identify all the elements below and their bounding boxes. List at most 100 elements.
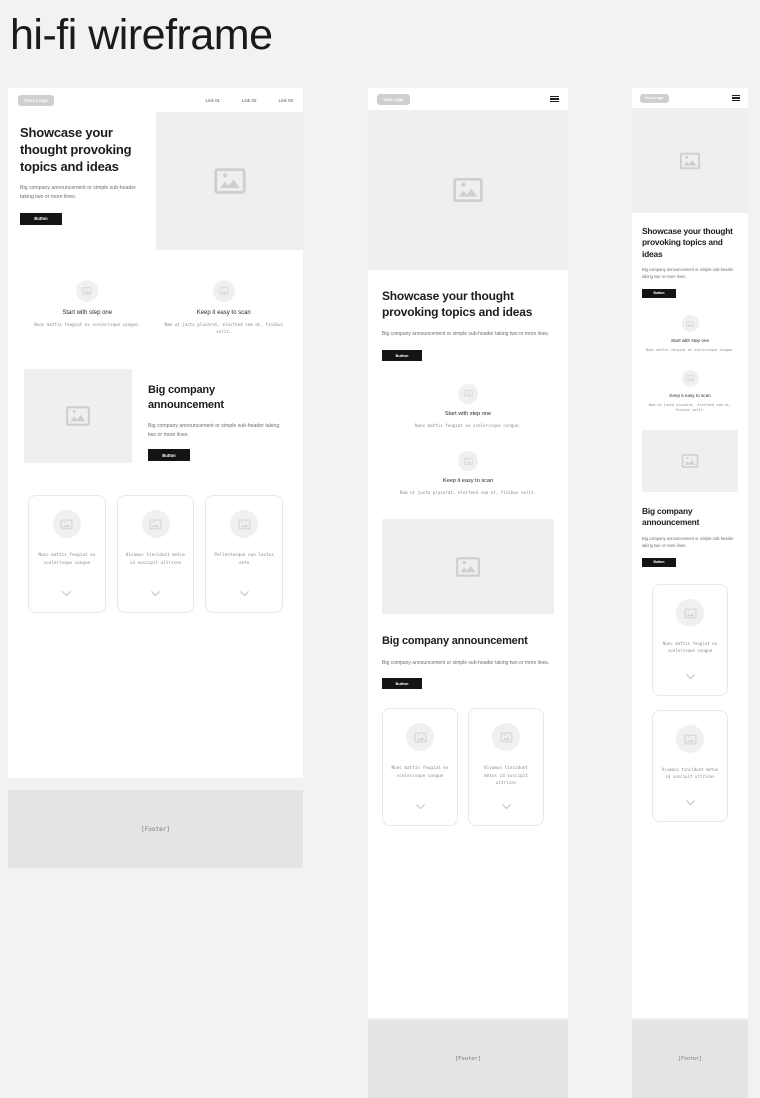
card-item[interactable]: Nunc mattis feugiat ex scelerisque congu… — [28, 495, 106, 614]
announcement-headline: Big company announcement — [642, 505, 700, 528]
card-item[interactable]: Vivamus tincidunt metus id suscipit ultr… — [468, 708, 544, 827]
feature-icon-circle — [212, 280, 235, 302]
tablet-footer: [Footer] — [368, 1020, 568, 1098]
feature-title: Start with step one — [670, 338, 710, 344]
card-text: Vivamus tincidunt metus id suscipit ultr… — [661, 767, 719, 780]
image-placeholder-icon — [463, 458, 473, 465]
nav-link-01[interactable]: Link 01 — [205, 98, 220, 103]
announcement-cta-button[interactable]: Button — [642, 557, 676, 567]
hero-cta-button[interactable]: Button — [382, 349, 422, 361]
card-expand-button[interactable] — [61, 584, 72, 602]
feature-body: Nunc mattis feugiat ex scelerisque congu… — [645, 348, 735, 353]
nav-link-03[interactable]: Link 03 — [278, 98, 293, 103]
card-text: Nunc mattis feugiat ex scelerisque congu… — [38, 553, 96, 566]
hamburger-icon[interactable] — [550, 95, 559, 103]
feature-icon-circle — [76, 280, 99, 302]
card-icon-circle — [492, 723, 520, 752]
card-item[interactable]: Nunc mattis feugiat ex scelerisque congu… — [382, 708, 458, 827]
image-placeholder-icon — [684, 734, 696, 744]
card-text: Vivamus tincidunt metus id suscipit ultr… — [125, 553, 186, 566]
feature-title: Keep it easy to scan — [196, 310, 251, 316]
announcement-subcopy: Big company announcement or simple sub-h… — [148, 423, 280, 438]
tablet-features-section: Start with step one Nunc mattis feugiat … — [368, 362, 568, 497]
mobile-features-section: Start with step one Nunc mattis feugiat … — [632, 299, 748, 414]
card-icon-circle — [230, 510, 259, 539]
tablet-mockup-frame: Your Logo Showcase your thought provokin… — [368, 88, 568, 1018]
feature-body: Nunc mattis feugiat ex scelerisque congu… — [415, 422, 521, 428]
image-placeholder-icon — [219, 287, 229, 295]
card-item[interactable]: Pellentesque non lectus ante — [205, 495, 284, 614]
image-placeholder-icon — [414, 732, 426, 743]
feature-item: Start with step one Nunc mattis feugiat … — [642, 315, 738, 354]
announcement-cta-button[interactable]: Button — [148, 449, 190, 462]
chevron-down-icon — [62, 591, 72, 597]
feature-item: Start with step one Nunc mattis feugiat … — [24, 280, 151, 335]
tablet-hero-image-placeholder — [368, 110, 568, 270]
desktop-footer: [Footer] — [8, 790, 303, 868]
hero-image-placeholder — [156, 112, 303, 250]
card-icon-circle — [52, 510, 81, 539]
chevron-down-icon — [685, 800, 695, 806]
image-placeholder-icon — [500, 732, 512, 743]
desktop-mockup-frame: Your Logo Link 01 Link 02 Link 03 Showca… — [8, 88, 303, 778]
announcement-cta-button[interactable]: Button — [382, 678, 422, 690]
feature-item: Keep it easy to scan Nam ut justo placer… — [161, 280, 288, 335]
card-text: Pellentesque non lectus ante — [214, 553, 274, 566]
card-icon-circle — [141, 510, 170, 539]
logo-badge[interactable]: Your Logo — [18, 94, 54, 106]
mobile-footer: [Footer] — [632, 1020, 748, 1098]
desktop-announcement-section: Big company announcement Big company ann… — [8, 335, 303, 464]
chevron-down-icon — [415, 804, 425, 810]
card-text: Vivamus tincidunt metus id suscipit ultr… — [484, 766, 528, 787]
hero-cta-button[interactable]: Button — [20, 212, 62, 225]
feature-item: Keep it easy to scan Nam ut justo placer… — [384, 451, 552, 497]
announcement-image-placeholder — [24, 369, 132, 464]
image-placeholder-icon — [686, 375, 694, 382]
hero-cta-button[interactable]: Button — [642, 288, 676, 298]
card-icon-circle — [676, 599, 704, 628]
image-placeholder-icon — [238, 519, 251, 530]
announcement-copy: Big company announcement Big company ann… — [148, 369, 287, 462]
card-item[interactable]: Vivamus tincidunt metus id suscipit ultr… — [652, 710, 728, 823]
card-expand-button[interactable] — [239, 584, 250, 602]
tablet-hero-copy: Showcase your thought provoking topics a… — [368, 288, 568, 362]
feature-body: Nunc mattis feugiat ex scelerisque congu… — [34, 322, 141, 327]
feature-item: Start with step one Nunc mattis feugiat … — [384, 383, 552, 430]
image-placeholder-icon — [82, 287, 92, 295]
card-expand-button[interactable] — [685, 793, 696, 811]
page-title: hi-fi wireframe — [10, 11, 273, 59]
feature-body: Nam ut justo placerat, eleifend sem at, … — [164, 322, 284, 334]
feature-body: Nam ut justo placerat, eleifend sem at, … — [648, 402, 732, 413]
hamburger-icon[interactable] — [732, 95, 740, 101]
logo-badge[interactable]: Your Logo — [640, 93, 669, 103]
image-placeholder-icon — [681, 454, 699, 468]
mobile-announcement-image-placeholder — [642, 429, 738, 492]
card-item[interactable]: Vivamus tincidunt metus id suscipit ultr… — [116, 495, 195, 614]
card-expand-button[interactable] — [685, 667, 696, 685]
feature-icon-circle — [681, 369, 699, 387]
card-expand-button[interactable] — [415, 797, 426, 815]
card-item[interactable]: Nunc mattis feugiat ex scelerisque congu… — [652, 584, 728, 697]
card-icon-circle — [676, 725, 704, 754]
announcement-headline: Big company announcement — [382, 635, 528, 648]
feature-body: Nam ut justo placerat, eleifend sem at, … — [399, 490, 537, 496]
card-expand-button[interactable] — [501, 797, 512, 815]
chevron-down-icon — [685, 674, 695, 680]
image-placeholder-icon — [684, 608, 696, 618]
image-placeholder-icon — [60, 519, 73, 530]
nav-link-02[interactable]: Link 02 — [242, 98, 257, 103]
image-placeholder-icon — [463, 390, 473, 398]
chevron-down-icon — [150, 591, 161, 597]
desktop-features-section: Start with step one Nunc mattis feugiat … — [8, 250, 303, 335]
feature-title: Start with step one — [62, 310, 113, 316]
tablet-announcement-section: Big company announcement Big company ann… — [368, 614, 568, 690]
hero-subcopy: Big company announcement or simple sub-h… — [20, 185, 136, 201]
card-expand-button[interactable] — [150, 584, 161, 602]
chevron-down-icon — [239, 591, 249, 597]
image-placeholder-icon — [149, 519, 162, 530]
card-text: Nunc mattis feugiat ex scelerisque congu… — [391, 766, 449, 779]
logo-badge[interactable]: Your Logo — [377, 93, 410, 105]
tablet-navbar: Your Logo — [368, 88, 568, 110]
desktop-cards-section: Nunc mattis feugiat ex scelerisque congu… — [8, 463, 303, 614]
image-placeholder-icon — [453, 178, 483, 202]
